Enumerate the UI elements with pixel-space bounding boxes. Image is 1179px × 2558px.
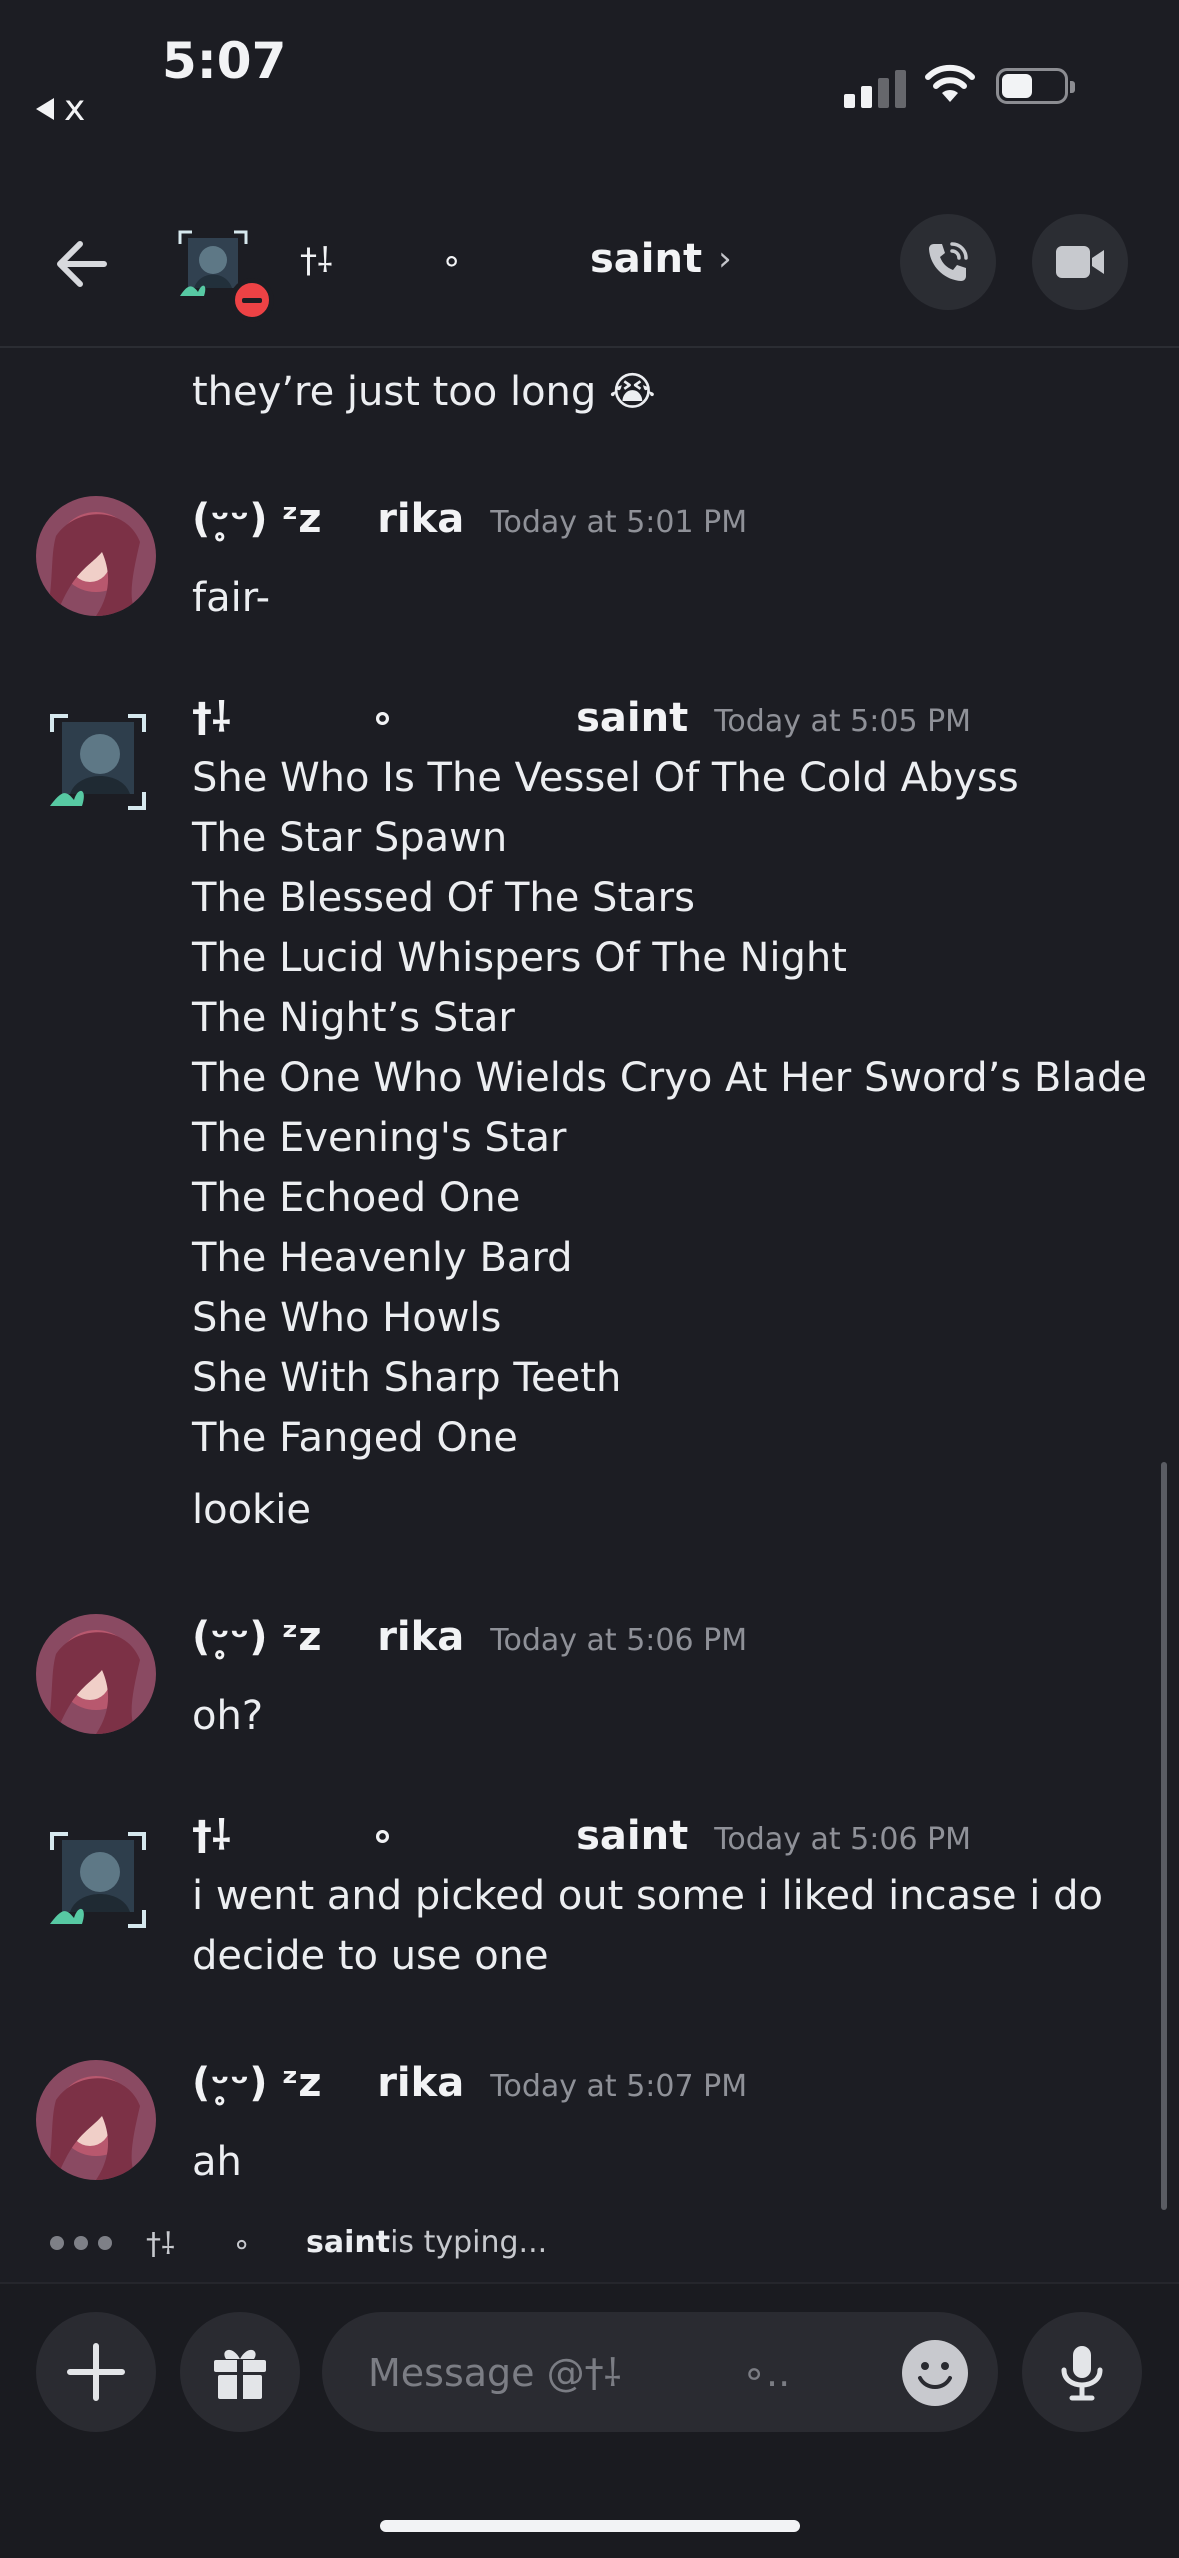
message-line[interactable]: She Who Howls [192,1288,501,1348]
message-header: (ᵕ̥ᵕ) ᶻz rika Today at 5:06 PM [192,1614,747,1660]
status-bar: 5:07 x [0,0,1179,130]
message-header: †⸸ ∘ saint Today at 5:06 PM [192,1806,971,1861]
message-header: (ᵕ̥ᵕ) ᶻz rika Today at 5:01 PM [192,496,747,542]
dnd-status-icon [230,278,274,322]
typing-indicator: †⸸ ∘ saint is typing... [50,2222,547,2263]
message-text[interactable]: ah [192,2132,242,2192]
back-triangle-icon [36,97,54,120]
gift-button[interactable] [180,2312,300,2432]
dm-header: †⸸ ∘ saint › [0,200,1179,348]
voice-call-button[interactable] [900,214,996,310]
rika-avatar-image [36,496,156,616]
scrollbar[interactable] [1161,1462,1167,2210]
arrow-left-icon[interactable] [50,232,114,296]
message-line[interactable]: The Heavenly Bard [192,1228,573,1288]
message-line[interactable]: The Night’s Star [192,988,515,1048]
video-call-button[interactable] [1032,214,1128,310]
emoji-icon[interactable] [902,2340,968,2406]
message-header: †⸸ ∘ saint Today at 5:05 PM [192,688,971,743]
author-name[interactable]: rika [377,2060,464,2106]
avatar-rika[interactable] [36,496,156,616]
timestamp: Today at 5:01 PM [490,505,748,540]
author-name[interactable]: saint [576,695,688,741]
typing-user-decoration: †⸸ ∘ [146,2227,252,2262]
message-line[interactable]: The One Who Wields Cryo At Her Sword’s B… [192,1048,1147,1108]
emoji-face-icon [918,2362,952,2389]
author-name[interactable]: rika [377,1614,464,1660]
avatar-rika[interactable] [36,2060,156,2180]
chevron-right-icon: › [718,239,732,279]
battery-icon [996,68,1075,104]
message-line[interactable]: The Blessed Of The Stars [192,868,695,928]
video-camera-icon [1056,246,1104,278]
message-line[interactable]: i went and picked out some i liked incas… [192,1866,1103,1926]
message-line[interactable]: decide to use one [192,1926,549,1986]
avatar-saint[interactable] [48,1830,148,1930]
rika-avatar-image [36,2060,156,2180]
status-time: 5:07 [162,32,287,90]
message-line[interactable]: The Star Spawn [192,808,507,868]
message-line[interactable]: The Evening's Star [192,1108,566,1168]
phone-icon [929,242,968,281]
message-line[interactable]: The Echoed One [192,1168,520,1228]
wifi-icon [925,64,975,102]
home-indicator[interactable] [380,2520,800,2532]
author-name[interactable]: rika [377,496,464,542]
typing-dots-icon [50,2235,112,2250]
author-decoration: (ᵕ̥ᵕ) ᶻz [192,2060,378,2106]
timestamp: Today at 5:06 PM [490,1623,748,1658]
add-attachment-button[interactable] [36,2312,156,2432]
timestamp: Today at 5:06 PM [714,1822,972,1857]
author-decoration: (ᵕ̥ᵕ) ᶻz [192,496,378,542]
plus-icon [67,2343,125,2401]
message-text[interactable]: fair- [192,568,270,628]
header-username-decoration: †⸸ ∘ [300,241,463,281]
typing-suffix: is typing... [390,2225,548,2260]
message-text[interactable]: lookie [192,1480,311,1540]
author-name[interactable]: saint [576,1813,688,1859]
back-to-app-button[interactable]: x [36,88,85,129]
message-line[interactable]: She With Sharp Teeth [192,1348,621,1408]
rika-avatar-image [36,1614,156,1734]
message-line[interactable]: The Fanged One [192,1408,518,1468]
gift-icon [214,2349,266,2399]
typing-user-name: saint [306,2225,391,2260]
message-line[interactable]: She Who Is The Vessel Of The Cold Abyss [192,748,1019,808]
message-text[interactable]: they’re just too long 😭 [192,362,656,422]
message-text[interactable]: oh? [192,1686,263,1746]
header-username-text: saint [590,236,703,282]
message-line[interactable]: The Lucid Whispers Of The Night [192,928,847,988]
message-input[interactable] [366,2312,790,2434]
timestamp: Today at 5:07 PM [490,2069,748,2104]
avatar-rika[interactable] [36,1614,156,1734]
composer-bar [0,2282,1179,2558]
message-header: (ᵕ̥ᵕ) ᶻz rika Today at 5:07 PM [192,2060,747,2106]
microphone-icon [1061,2346,1103,2401]
cellular-signal-icon [844,70,906,108]
author-decoration: (ᵕ̥ᵕ) ᶻz [192,1614,378,1660]
voice-message-button[interactable] [1022,2312,1142,2432]
avatar-saint[interactable] [48,712,148,812]
author-decoration: †⸸ ∘ [192,695,577,741]
author-decoration: †⸸ ∘ [192,1813,577,1859]
back-app-label: x [64,88,86,129]
message-input-field[interactable] [322,2312,998,2434]
timestamp: Today at 5:05 PM [714,704,972,739]
header-username[interactable]: †⸸ ∘ saint › [300,236,732,282]
